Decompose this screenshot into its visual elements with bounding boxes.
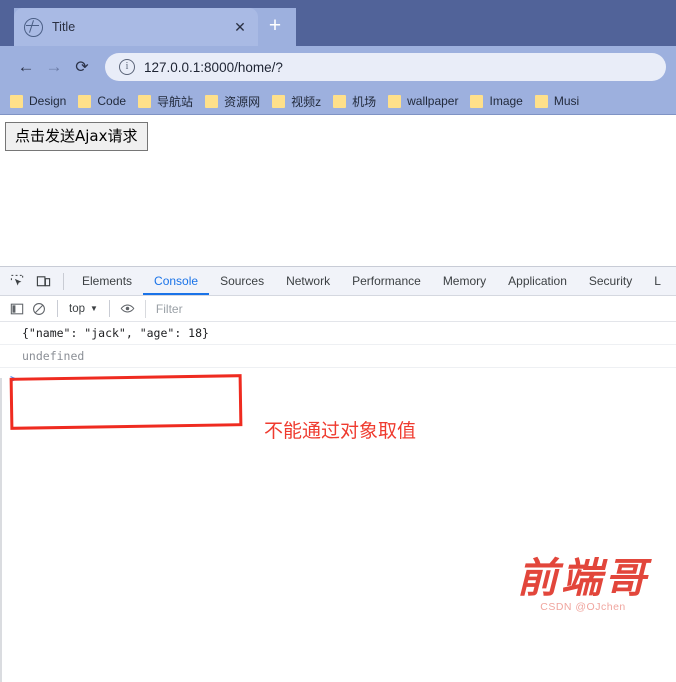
navigation-toolbar: ← → ⟳ i 127.0.0.1:8000/home/? xyxy=(0,46,676,88)
forward-icon[interactable]: → xyxy=(40,53,68,81)
device-toolbar-icon[interactable] xyxy=(30,268,56,294)
tab-console[interactable]: Console xyxy=(143,267,210,295)
filter-input[interactable]: Filter xyxy=(144,299,676,318)
bookmark-label: Code xyxy=(97,94,127,108)
eye-icon[interactable] xyxy=(117,298,139,320)
folder-icon xyxy=(138,94,152,108)
folder-icon xyxy=(78,94,92,108)
site-info-icon[interactable]: i xyxy=(119,59,135,75)
execution-context-label: top xyxy=(69,302,85,315)
tab-application[interactable]: Application xyxy=(497,267,578,295)
send-ajax-request-button[interactable]: 点击发送Ajax请求 xyxy=(5,122,148,152)
address-bar[interactable]: i 127.0.0.1:8000/home/? xyxy=(105,53,666,81)
globe-icon xyxy=(24,17,43,37)
tab-elements[interactable]: Elements xyxy=(71,267,143,295)
new-tab-button[interactable]: + xyxy=(262,13,288,39)
sidebar-toggle-icon[interactable] xyxy=(6,298,28,320)
annotation-text: 不能通过对象取值 xyxy=(264,420,417,442)
execution-context-dropdown[interactable]: top ▼ xyxy=(65,303,102,315)
bookmark-label: 资源网 xyxy=(224,94,261,109)
clear-console-icon[interactable] xyxy=(28,298,50,320)
bookmark-item[interactable]: 视频z xyxy=(266,90,327,112)
bookmark-label: 导航站 xyxy=(157,94,194,109)
bookmark-item[interactable]: Code xyxy=(72,90,132,112)
reload-icon[interactable]: ⟳ xyxy=(68,53,96,81)
url-text: 127.0.0.1:8000/home/? xyxy=(144,59,283,75)
bookmark-label: 机场 xyxy=(352,94,377,109)
console-output: {"name": "jack", "age": 18} undefined > … xyxy=(0,322,676,682)
tab-network[interactable]: Network xyxy=(275,267,341,295)
tab-sources[interactable]: Sources xyxy=(209,267,275,295)
console-filter-bar: top ▼ Filter xyxy=(0,296,676,322)
folder-icon xyxy=(272,94,286,108)
tab-memory[interactable]: Memory xyxy=(432,267,497,295)
console-row-undefined: undefined xyxy=(0,345,676,368)
chevron-down-icon: ▼ xyxy=(90,304,98,313)
window-frame-right xyxy=(296,0,676,46)
bookmark-item[interactable]: Image xyxy=(464,90,528,112)
tab-performance[interactable]: Performance xyxy=(341,267,432,295)
devtools-panel: Elements Console Sources Network Perform… xyxy=(0,266,676,682)
tab-lighthouse[interactable]: L xyxy=(643,267,672,295)
window-frame-left xyxy=(0,0,14,46)
inspect-element-icon[interactable] xyxy=(4,268,30,294)
back-icon[interactable]: ← xyxy=(12,53,40,81)
bookmark-item[interactable]: wallpaper xyxy=(382,90,464,112)
toolbar-divider xyxy=(63,272,64,290)
browser-window: Title ✕ + ← → ⟳ i 127.0.0.1:8000/home/? … xyxy=(0,0,676,682)
bookmark-label: Musi xyxy=(553,94,580,108)
console-row-result: {"name": "jack", "age": 18} xyxy=(0,322,676,345)
folder-icon xyxy=(388,94,402,108)
folder-icon xyxy=(10,94,23,108)
filterbar-divider xyxy=(57,300,58,317)
tab-title: Title xyxy=(52,20,76,34)
devtools-tabbar: Elements Console Sources Network Perform… xyxy=(0,267,676,296)
bookmark-item[interactable]: 机场 xyxy=(327,90,382,112)
bookmark-item[interactable]: Design xyxy=(4,90,72,112)
bookmark-item[interactable]: 导航站 xyxy=(132,90,199,112)
bookmarks-bar: Design Code 导航站 资源网 视频z 机场 wallpaper Ima… xyxy=(0,88,676,114)
bookmark-item[interactable]: 资源网 xyxy=(199,90,266,112)
bookmark-label: wallpaper xyxy=(407,94,459,108)
bookmark-label: 视频z xyxy=(291,94,322,109)
folder-icon xyxy=(534,94,548,108)
console-prompt[interactable]: > xyxy=(0,368,676,390)
folder-icon xyxy=(333,94,347,108)
folder-icon xyxy=(205,94,219,108)
browser-tab[interactable]: Title ✕ xyxy=(14,8,258,46)
console-left-rule xyxy=(0,378,2,682)
bookmark-label: Design xyxy=(29,94,67,108)
filterbar-divider-2 xyxy=(108,300,110,317)
tab-security[interactable]: Security xyxy=(578,267,643,295)
bookmark-label: Image xyxy=(489,94,523,108)
bookmark-item[interactable]: Musi xyxy=(529,90,585,112)
tab-strip: Title ✕ + xyxy=(0,0,676,46)
close-icon[interactable]: ✕ xyxy=(232,19,248,35)
folder-icon xyxy=(470,94,484,108)
page-viewport: 点击发送Ajax请求 xyxy=(0,114,676,268)
